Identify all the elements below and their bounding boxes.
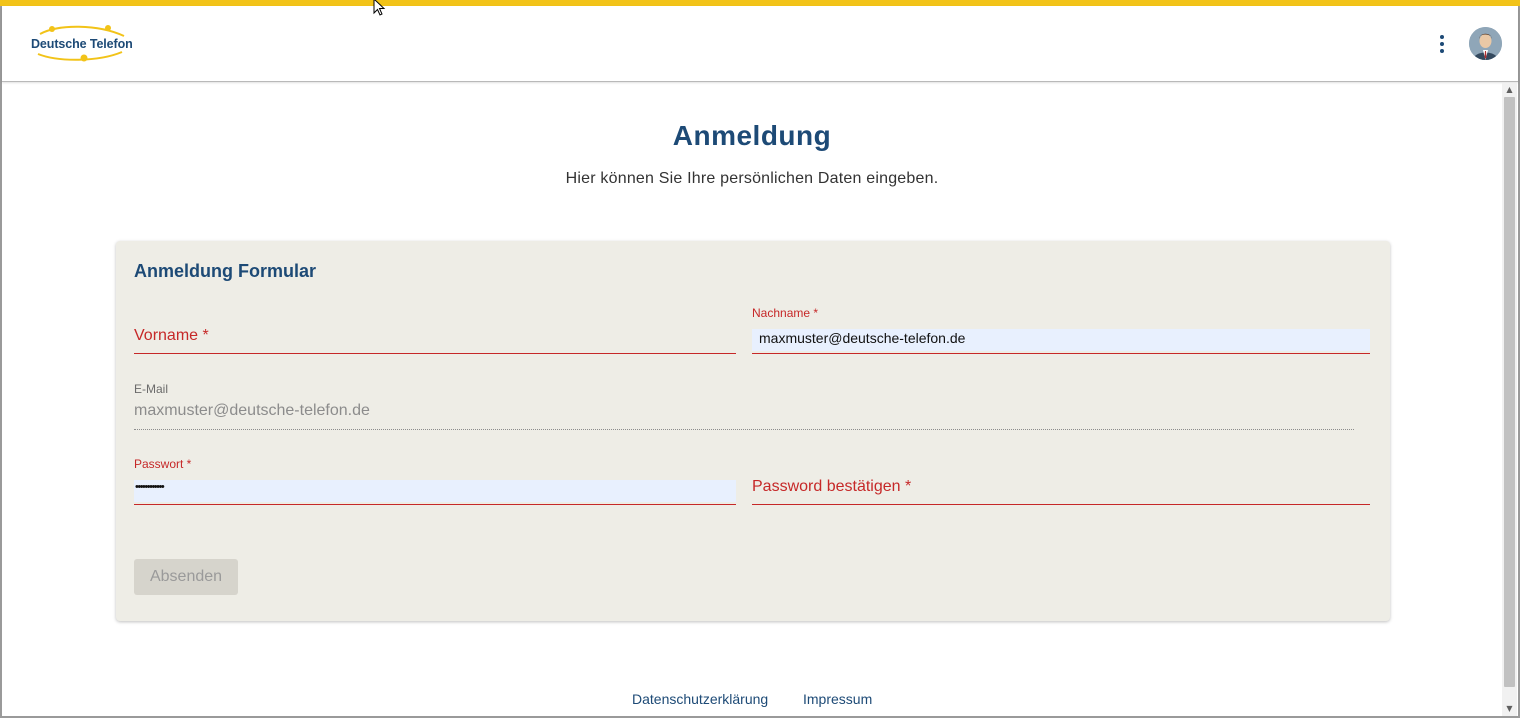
- logo-text: Deutsche Telefon: [31, 37, 133, 51]
- nachname-underline: [752, 353, 1370, 354]
- nachname-label: Nachname *: [752, 306, 819, 320]
- email-label: E-Mail: [134, 382, 169, 396]
- footer-link-impressum[interactable]: Impressum: [803, 691, 872, 707]
- passwort-autofill-bg: [134, 480, 736, 502]
- passwort-label: Passwort *: [134, 457, 192, 471]
- footer-link-datenschutz[interactable]: Datenschutzerklärung: [632, 691, 768, 707]
- mouse-cursor-icon: [373, 0, 386, 16]
- registration-form-card: Anmeldung Formular Vorname * Nachname * …: [116, 241, 1390, 621]
- vorname-field[interactable]: Vorname *: [134, 321, 736, 355]
- scroll-up-arrow-icon[interactable]: ▲: [1502, 83, 1517, 97]
- passwort-underline: [134, 504, 736, 505]
- more-menu-button[interactable]: [1430, 30, 1454, 58]
- scroll-thumb[interactable]: [1504, 97, 1515, 687]
- email-value: maxmuster@deutsche-telefon.de: [134, 402, 370, 419]
- logo[interactable]: Deutsche Telefon: [28, 24, 133, 64]
- nachname-field[interactable]: Nachname * maxmuster@deutsche-telefon.de: [752, 306, 1370, 355]
- app-header: Deutsche Telefon: [2, 6, 1518, 82]
- passwort-field[interactable]: Passwort * ••••••••••••: [134, 457, 736, 506]
- form-title: Anmeldung Formular: [134, 261, 317, 281]
- vertical-scrollbar[interactable]: ▲ ▼: [1502, 83, 1517, 716]
- user-avatar[interactable]: [1469, 27, 1502, 60]
- passwort-bestaetigen-underline: [752, 504, 1370, 505]
- passwort-bestaetigen-label: Password bestätigen *: [752, 478, 912, 495]
- passwort-input[interactable]: ••••••••••••: [135, 481, 165, 493]
- avatar-person-icon: [1469, 27, 1502, 60]
- nachname-input[interactable]: maxmuster@deutsche-telefon.de: [759, 330, 965, 346]
- vorname-underline: [134, 353, 736, 354]
- page-subtitle: Hier können Sie Ihre persönlichen Daten …: [565, 170, 939, 187]
- email-field: E-Mail maxmuster@deutsche-telefon.de: [134, 382, 1354, 432]
- submit-button[interactable]: Absenden: [134, 559, 238, 595]
- vorname-label: Vorname *: [134, 327, 209, 344]
- more-vertical-icon: [1440, 35, 1444, 39]
- scroll-down-arrow-icon[interactable]: ▼: [1502, 702, 1517, 716]
- passwort-bestaetigen-field[interactable]: Password bestätigen *: [752, 472, 1370, 506]
- page-title: Anmeldung: [672, 120, 832, 151]
- email-dotted-underline: [134, 429, 1354, 430]
